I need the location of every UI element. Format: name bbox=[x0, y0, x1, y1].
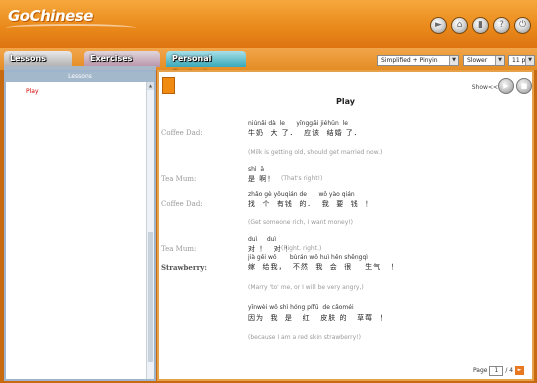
tab-personal-content[interactable]: Personal Content bbox=[166, 51, 246, 78]
translation-line: (Get someone rich, I want money!) bbox=[248, 219, 354, 226]
hanzi-line[interactable]: 是 啊！ bbox=[248, 174, 275, 184]
speaker-label: Coffee Dad: bbox=[161, 129, 203, 137]
speaker-label: Tea Mum: bbox=[161, 245, 197, 253]
page-label: Page bbox=[472, 367, 488, 374]
help-icon[interactable]: ? bbox=[493, 17, 510, 34]
tab-exercises[interactable]: Exercises bbox=[84, 51, 160, 67]
pinyin-line: jià gěi wǒ bùrán wǒ huì hěn shēngqì bbox=[248, 254, 368, 261]
page-input[interactable]: 1 bbox=[489, 366, 504, 376]
script-select[interactable]: Simplified + Pinyin ▼ bbox=[377, 55, 459, 66]
home-icon[interactable]: ⌂ bbox=[451, 17, 468, 34]
translation-line: (Right, right.) bbox=[281, 245, 322, 252]
page-total: / 4 bbox=[505, 367, 514, 374]
app-header: GoChinese ► ⌂ ▮ ? ⏻ bbox=[0, 0, 537, 48]
pager: Page 1 / 4 ► bbox=[473, 366, 524, 376]
dialog-lines: niúnǎi dà le yīnggāi jiéhūn le Coffee Da… bbox=[159, 72, 532, 379]
lessons-scrollbar[interactable]: ▲ bbox=[146, 82, 154, 379]
chevron-down-icon: ▼ bbox=[495, 56, 504, 65]
bookmark-icon[interactable]: ▮ bbox=[472, 17, 489, 34]
lesson-content: Show<< ▶ ■ Play niúnǎi dà le yīnggāi jié… bbox=[157, 70, 534, 381]
scroll-up-icon[interactable]: ▲ bbox=[147, 82, 154, 90]
forward-icon[interactable]: ► bbox=[430, 17, 447, 34]
tab-strip: Lessons Exercises Personal Content Simpl… bbox=[0, 48, 537, 78]
translation-line: (because I am a red skin strawberry!) bbox=[248, 334, 361, 341]
chevron-down-icon: ▼ bbox=[449, 56, 458, 65]
speaker-label: Tea Mum: bbox=[161, 175, 197, 183]
hanzi-line[interactable]: 因为 我 是 红 皮肤 的 草莓 ！ bbox=[248, 313, 388, 323]
scroll-thumb[interactable] bbox=[148, 232, 153, 362]
script-select-value: Simplified + Pinyin bbox=[381, 57, 438, 64]
tab-lessons[interactable]: Lessons bbox=[4, 51, 72, 67]
pinyin-line: shì ā bbox=[248, 166, 265, 173]
pinyin-line: yīnwèi wǒ shì hóng pífū de cǎoméi bbox=[248, 304, 354, 311]
speed-select[interactable]: Slower ▼ bbox=[463, 55, 505, 66]
lesson-item-play[interactable]: Play bbox=[26, 88, 39, 95]
lessons-panel: Lessons Play ▲ bbox=[4, 70, 156, 381]
font-size-select[interactable]: 11 pt ▼ bbox=[508, 55, 535, 66]
speaker-label: Strawberry: bbox=[161, 263, 207, 272]
speed-select-value: Slower bbox=[467, 57, 488, 64]
speaker-label: Coffee Dad: bbox=[161, 200, 203, 208]
translation-line: (That's right!) bbox=[281, 175, 323, 182]
hanzi-line[interactable]: 找 个 有钱 的． 我 要 钱 ！ bbox=[248, 199, 373, 209]
pinyin-line: zhǎo gè yǒuqián de wǒ yào qián bbox=[248, 191, 355, 198]
app-logo: GoChinese bbox=[8, 7, 93, 25]
hanzi-line[interactable]: 嫁 给我， 不然 我 会 很 生气 ！ bbox=[248, 262, 399, 272]
logo-swoosh bbox=[6, 24, 136, 32]
translation-line: (Marry 'to' me, or I will be very angry,… bbox=[248, 284, 364, 291]
chevron-down-icon: ▼ bbox=[525, 56, 534, 65]
pinyin-line: niúnǎi dà le yīnggāi jiéhūn le bbox=[248, 120, 348, 127]
pinyin-line: duì duì bbox=[248, 236, 277, 243]
power-icon[interactable]: ⏻ bbox=[514, 17, 531, 34]
next-page-icon[interactable]: ► bbox=[515, 366, 524, 375]
lessons-panel-header: Lessons bbox=[6, 72, 154, 82]
hanzi-line[interactable]: 牛奶 大 了． 应该 结婚 了． bbox=[248, 128, 362, 138]
translation-line: (Milk is getting old, should get married… bbox=[248, 149, 383, 156]
